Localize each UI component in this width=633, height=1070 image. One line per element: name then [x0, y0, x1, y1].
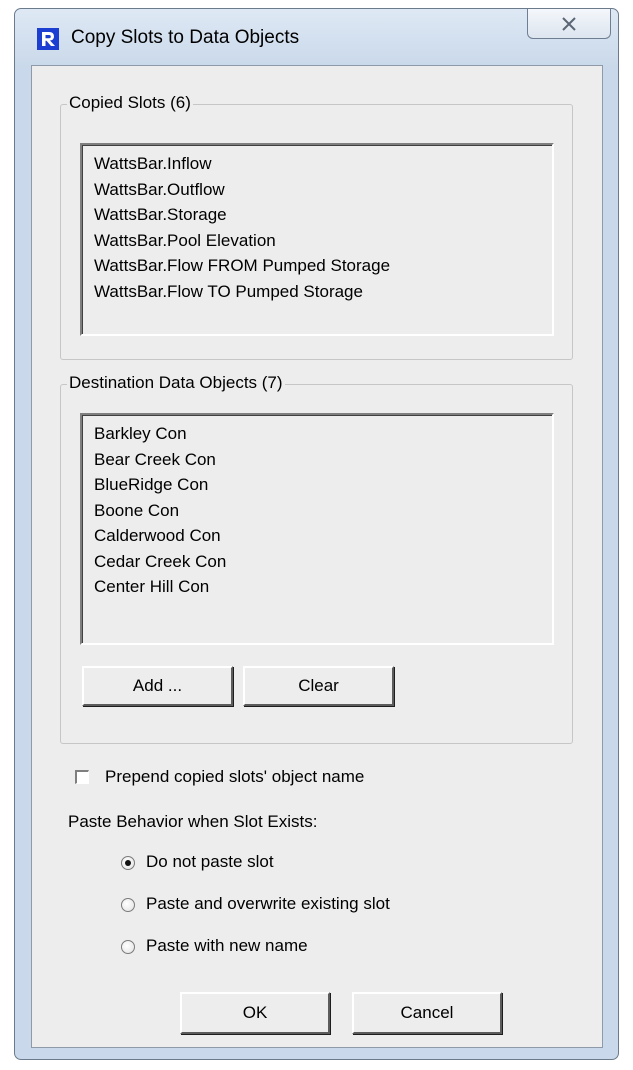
list-item[interactable]: Calderwood Con [94, 523, 226, 549]
list-item[interactable]: BlueRidge Con [94, 472, 226, 498]
list-item[interactable]: WattsBar.Flow TO Pumped Storage [94, 279, 390, 305]
clear-button[interactable]: Clear [243, 666, 394, 706]
app-logo-icon [37, 28, 59, 50]
ok-button[interactable]: OK [180, 992, 330, 1034]
list-item[interactable]: WattsBar.Storage [94, 202, 390, 228]
close-icon [562, 16, 576, 31]
destination-group: Destination Data Objects (7) Barkley Con… [60, 373, 573, 744]
copied-slots-items: WattsBar.Inflow WattsBar.Outflow WattsBa… [94, 151, 390, 304]
copied-slots-group: Copied Slots (6) WattsBar.Inflow WattsBa… [60, 93, 573, 360]
list-item[interactable]: WattsBar.Flow FROM Pumped Storage [94, 253, 390, 279]
copied-slots-list[interactable]: WattsBar.Inflow WattsBar.Outflow WattsBa… [80, 143, 554, 336]
destination-title: Destination Data Objects (7) [67, 373, 285, 393]
add-button[interactable]: Add ... [82, 666, 233, 706]
list-item[interactable]: Bear Creek Con [94, 447, 226, 473]
destination-items: Barkley Con Bear Creek Con BlueRidge Con… [94, 421, 226, 600]
window-title: Copy Slots to Data Objects [71, 27, 300, 48]
list-item[interactable]: Barkley Con [94, 421, 226, 447]
radio-do-not-paste-label[interactable]: Do not paste slot [146, 852, 274, 872]
copied-slots-title: Copied Slots (6) [67, 93, 193, 113]
prepend-checkbox[interactable] [75, 770, 89, 784]
list-item[interactable]: WattsBar.Inflow [94, 151, 390, 177]
radio-selected-dot [125, 860, 131, 866]
radio-new-name-label[interactable]: Paste with new name [146, 936, 308, 956]
radio-new-name[interactable] [121, 940, 135, 954]
prepend-label[interactable]: Prepend copied slots' object name [105, 767, 364, 787]
list-item[interactable]: WattsBar.Outflow [94, 177, 390, 203]
close-button[interactable] [527, 9, 611, 39]
list-item[interactable]: Center Hill Con [94, 574, 226, 600]
radio-overwrite[interactable] [121, 898, 135, 912]
radio-do-not-paste[interactable] [121, 856, 135, 870]
paste-behavior-heading: Paste Behavior when Slot Exists: [68, 812, 318, 831]
dialog-content: Copied Slots (6) WattsBar.Inflow WattsBa… [31, 65, 603, 1048]
cancel-button[interactable]: Cancel [352, 992, 502, 1034]
list-item[interactable]: Boone Con [94, 498, 226, 524]
radio-overwrite-label[interactable]: Paste and overwrite existing slot [146, 894, 390, 914]
list-item[interactable]: WattsBar.Pool Elevation [94, 228, 390, 254]
destination-list[interactable]: Barkley Con Bear Creek Con BlueRidge Con… [80, 413, 554, 645]
list-item[interactable]: Cedar Creek Con [94, 549, 226, 575]
title-bar[interactable]: Copy Slots to Data Objects [15, 9, 618, 69]
dialog-window: Copy Slots to Data Objects Copied Slots … [14, 8, 619, 1060]
